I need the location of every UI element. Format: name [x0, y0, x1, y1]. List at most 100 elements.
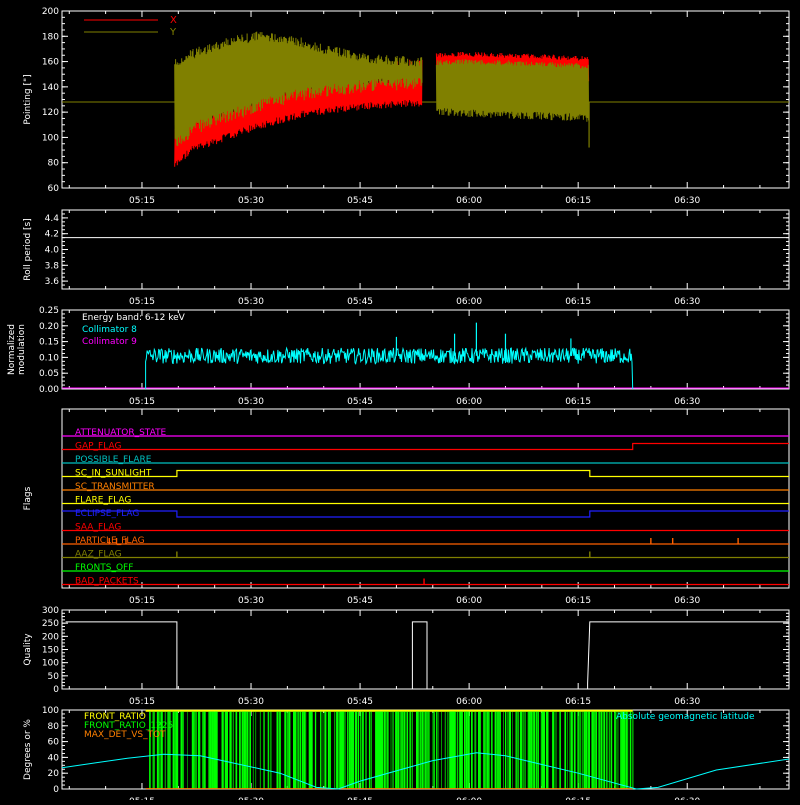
latitude-front-ratio-1225-bar — [334, 712, 335, 789]
latitude-front-ratio-1225-bar — [485, 712, 486, 789]
latitude-front-ratio-1225-bar — [253, 712, 254, 789]
flag-label: AAZ_FLAG — [75, 550, 122, 560]
quality-x-tick-label: 05:45 — [347, 697, 373, 707]
latitude-front-ratio-1225-bar — [338, 712, 339, 789]
latitude-front-ratio-1225-bar — [475, 712, 476, 789]
latitude-front-ratio-1225-bar — [538, 712, 539, 789]
latitude-front-ratio-1225-bar — [205, 712, 206, 789]
roll-x-tick-label: 05:45 — [347, 297, 373, 307]
latitude-front-ratio-1225-bar — [242, 712, 243, 789]
latitude-front-ratio-1225-bar — [359, 712, 360, 789]
latitude-front-ratio-1225-bar — [302, 712, 304, 789]
latitude-front-ratio-1225-bar — [578, 712, 579, 789]
latitude-ylabel: Degrees or % — [23, 719, 33, 780]
latitude-front-ratio-1225-bar — [567, 712, 568, 789]
latitude-front-ratio-1225-bar — [604, 712, 606, 789]
latitude-front-ratio-1225-bar — [223, 712, 224, 789]
latitude-front-ratio-1225-bar — [455, 712, 456, 789]
pointing-y-tick-label: 160 — [42, 58, 59, 68]
roll-frame — [62, 210, 789, 289]
latitude-front-ratio-1225-bar — [315, 712, 316, 789]
latitude-front-ratio-1225-bar — [418, 712, 419, 789]
quality-y-tick-label: 200 — [42, 632, 59, 642]
latitude-front-ratio-1225-bar — [580, 712, 581, 789]
latitude-front-ratio-1225-bar — [582, 712, 583, 789]
latitude-front-ratio-1225-bar — [491, 712, 493, 789]
latitude-front-ratio-1225-bar — [534, 712, 535, 789]
pointing-x-tick-label: 06:15 — [565, 196, 591, 206]
latitude-front-ratio-1225-bar — [337, 712, 338, 789]
latitude-front-ratio-1225-bar — [405, 712, 406, 789]
quality-x-tick-label: 06:00 — [456, 697, 482, 707]
latitude-front-ratio-1225-bar — [360, 712, 361, 789]
latitude-front-ratio-1225-bar — [347, 712, 348, 789]
roll-y-tick-label: 4.2 — [45, 230, 59, 240]
latitude-front-ratio-1225-bar — [305, 712, 306, 789]
modulation-collimator8-series — [146, 348, 633, 389]
text-layer: 05:1505:3005:4506:0006:1506:306080100120… — [7, 7, 755, 800]
flag-label: SC_IN_SUNLIGHT — [75, 469, 152, 479]
latitude-front-ratio-1225-bar — [483, 712, 485, 789]
latitude-front-ratio-1225-bar — [269, 712, 270, 789]
latitude-front-ratio-1225-bar — [553, 712, 554, 789]
chart-figure: 05:1505:3005:4506:0006:1506:306080100120… — [0, 0, 800, 800]
latitude-front-ratio-1225-bar — [288, 712, 289, 789]
latitude-front-ratio-1225-bar — [457, 712, 458, 789]
latitude-front-ratio-1225-bar — [459, 712, 460, 789]
chart-canvas: 05:1505:3005:4506:0006:1506:306080100120… — [0, 0, 800, 800]
latitude-legend-label: MAX_DET_VS_TOT — [84, 730, 166, 740]
latitude-front-ratio-1225-bar — [174, 712, 175, 789]
latitude-front-ratio-1225-bar — [554, 712, 555, 789]
flags-x-tick-label: 06:30 — [674, 596, 700, 606]
latitude-front-ratio-1225-bar — [256, 712, 257, 789]
latitude-front-ratio-1225-bar — [454, 712, 455, 789]
latitude-front-ratio-1225-bar — [601, 712, 602, 789]
latitude-front-ratio-1225-bar — [280, 712, 281, 789]
pointing-x-tick-label: 05:45 — [347, 196, 373, 206]
latitude-y-tick-label: 60 — [48, 738, 60, 748]
latitude-front-ratio-1225-bar — [507, 712, 508, 789]
latitude-front-ratio-1225-bar — [195, 712, 196, 789]
flags-x-tick-label: 06:00 — [456, 596, 482, 606]
latitude-front-ratio-1225-bar — [369, 712, 370, 789]
latitude-front-ratio-1225-bar — [356, 712, 357, 789]
quality-y-tick-label: 150 — [42, 646, 59, 656]
latitude-front-ratio-1225-bar — [338, 712, 339, 789]
modulation-ylabel-line2: modulation — [17, 324, 27, 375]
roll-x-tick-label: 06:30 — [674, 297, 700, 307]
latitude-front-ratio-1225-bar — [407, 712, 409, 789]
latitude-front-ratio-1225-bar — [210, 712, 212, 789]
latitude-front-ratio-1225-bar — [270, 712, 271, 789]
modulation-y-tick-label: 0.05 — [39, 369, 59, 379]
latitude-front-ratio-1225-bar — [547, 712, 549, 789]
latitude-front-ratio-1225-bar — [222, 712, 224, 789]
modulation-x-tick-label: 06:15 — [565, 397, 591, 407]
flags-x-tick-label: 05:30 — [238, 596, 264, 606]
latitude-front-ratio-1225-bar — [516, 712, 517, 789]
flag-label: PARTICLE_FLAG — [75, 536, 145, 546]
latitude-front-ratio-1225-bar — [427, 712, 428, 789]
latitude-y-tick-label: 80 — [48, 722, 60, 732]
latitude-front-ratio-1225-bar — [528, 712, 529, 789]
latitude-front-ratio-1225-bar — [208, 712, 209, 789]
latitude-front-ratio-1225-bar — [248, 712, 249, 789]
latitude-front-ratio-1225-bar — [461, 712, 462, 789]
latitude-y-tick-label: 100 — [42, 706, 59, 716]
latitude-front-ratio-1225-bar — [365, 712, 366, 789]
modulation-x-tick-label: 06:00 — [456, 397, 482, 407]
latitude-front-ratio-1225-bar — [469, 712, 470, 789]
roll-ylabel: Roll period [s] — [23, 218, 33, 280]
latitude-front-ratio-1225-bar — [236, 712, 237, 789]
latitude-front-ratio-1225-bar — [263, 712, 264, 789]
latitude-front-ratio-1225-bar — [297, 712, 298, 789]
roll-y-tick-label: 3.6 — [45, 277, 60, 287]
modulation-y-tick-label: 0.20 — [39, 322, 59, 332]
flag-label: BAD_PACKETS — [75, 577, 139, 587]
latitude-front-ratio-1225-bar — [589, 712, 590, 789]
latitude-front-ratio-1225-bar — [410, 712, 411, 789]
latitude-front-ratio-1225-bar — [588, 712, 589, 789]
pointing-x-tick-label: 06:30 — [674, 196, 700, 206]
quality-y-tick-label: 50 — [48, 672, 60, 682]
latitude-front-ratio-1225-bar — [177, 712, 178, 789]
latitude-front-ratio-1225-bar — [626, 712, 627, 789]
